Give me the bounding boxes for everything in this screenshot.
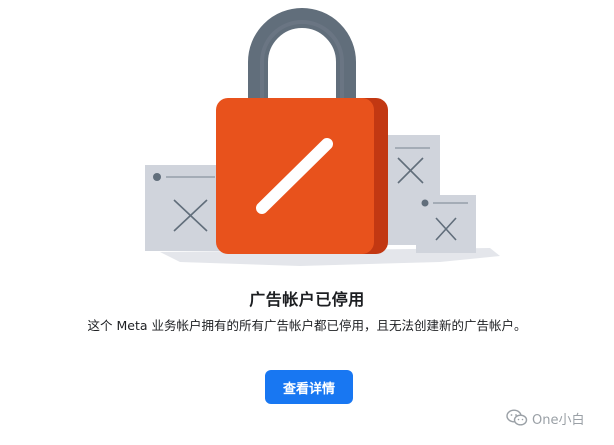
window-card-right-bottom-icon	[416, 195, 476, 253]
disabled-lock-illustration	[145, 8, 500, 266]
watermark: One小白	[506, 407, 610, 429]
page-title: 广告帐户已停用	[249, 290, 365, 309]
page-description: 这个 Meta 业务帐户拥有的所有广告帐户都已停用，且无法创建新的广告帐户。	[87, 318, 527, 333]
lock-icon	[216, 8, 388, 254]
window-card-left-icon	[145, 165, 223, 251]
view-details-button[interactable]: 查看详情	[265, 370, 353, 404]
watermark-text: One小白	[532, 412, 585, 428]
account-disabled-page: 广告帐户已停用 这个 Meta 业务帐户拥有的所有广告帐户都已停用，且无法创建新…	[0, 0, 614, 445]
wechat-icon	[506, 409, 528, 426]
